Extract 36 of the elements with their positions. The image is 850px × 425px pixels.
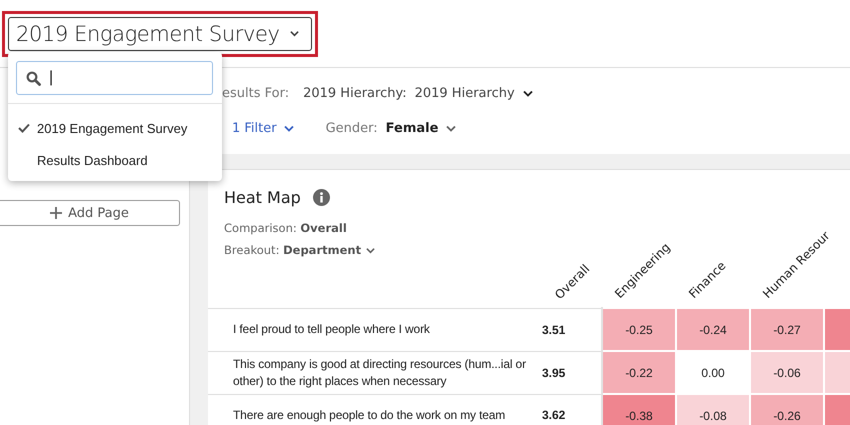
heat-map-cell: -0.38 bbox=[602, 394, 676, 425]
gender-dropdown[interactable]: Female bbox=[386, 121, 438, 136]
overall-score: 3.62 bbox=[542, 408, 566, 422]
chevron-icon bbox=[284, 125, 294, 132]
search-icon bbox=[26, 70, 41, 86]
results-for-label: esults For: bbox=[222, 86, 290, 101]
survey-selector[interactable]: 2019 Engagement Survey bbox=[8, 16, 312, 50]
heat-map-cell: -0.25 bbox=[602, 308, 676, 351]
add-page-button[interactable]: Add Page bbox=[0, 200, 180, 226]
question-text: This company is good at directing resources (hum...ial or other) to the right places when necessary bbox=[233, 357, 526, 388]
heat-map-title: Heat Map bbox=[224, 188, 301, 207]
search-field[interactable]: | bbox=[16, 61, 213, 95]
gender-label: Gender: bbox=[326, 121, 378, 136]
hierarchy-dropdown[interactable]: 2019 Hierarchy bbox=[414, 86, 515, 101]
question-text: There are enough people to do the work on my team bbox=[233, 408, 506, 422]
info-icon[interactable] bbox=[312, 189, 330, 206]
hierarchy-label: 2019 Hierarchy: bbox=[303, 86, 407, 101]
overall-score: 3.51 bbox=[542, 322, 566, 336]
menu-item[interactable]: 2019 Engagement Survey bbox=[8, 112, 222, 144]
chevron-icon bbox=[446, 125, 456, 132]
chevron-icon bbox=[522, 90, 533, 97]
overall-score: 3.95 bbox=[542, 366, 566, 380]
heat-map-cell: -0.24 bbox=[676, 308, 750, 351]
heat-map-cell: -0.08 bbox=[676, 394, 750, 425]
heat-map-cell: -0.26 bbox=[750, 394, 824, 425]
comparison-text: Comparison: Overall bbox=[224, 221, 347, 235]
heat-map-cell: -0.22 bbox=[602, 351, 676, 394]
menu-item[interactable]: Results Dashboard bbox=[8, 144, 222, 176]
chevron-icon bbox=[366, 246, 376, 254]
breakout-dropdown[interactable]: Breakout: Department bbox=[224, 243, 362, 257]
plus-icon bbox=[50, 207, 62, 219]
caret-icon bbox=[290, 30, 299, 37]
heat-map-cell: -0.27 bbox=[750, 308, 824, 351]
question-text: I feel proud to tell people where I work bbox=[233, 322, 430, 336]
filter-dropdown[interactable]: 1 Filter bbox=[232, 121, 294, 136]
heat-map-cell: -0.06 bbox=[750, 351, 824, 394]
